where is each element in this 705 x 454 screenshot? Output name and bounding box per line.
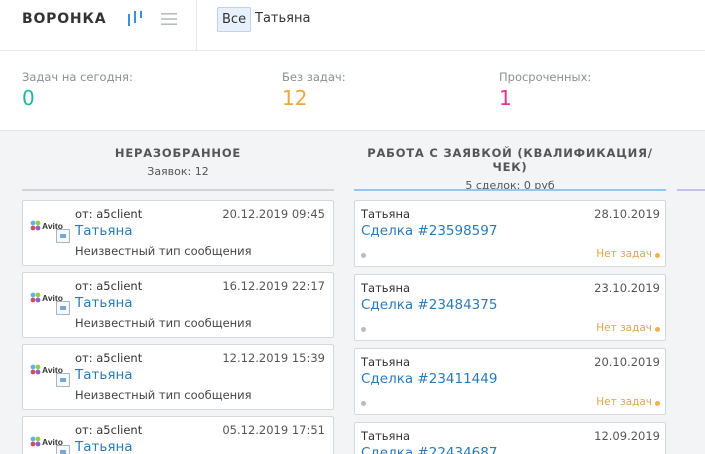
broken-image-icon: [56, 301, 70, 315]
message-card[interactable]: Avito от: a5client 20.12.2019 09:45 Тать…: [22, 200, 334, 266]
status-dot-icon: [655, 327, 660, 332]
column-title: РАБОТА С ЗАЯВКОЙ (КВАЛИФИКАЦИЯ/ЧЕК): [367, 146, 653, 174]
deal-link[interactable]: Сделка #23411449: [361, 371, 497, 387]
list-view-icon[interactable]: [161, 10, 177, 28]
column-bar-unsorted: [22, 189, 334, 191]
status-dot-icon: [655, 401, 660, 406]
stat-no-tasks: Без задач: 12: [282, 70, 346, 108]
deal-card[interactable]: Татьяна 20.10.2019 Сделка #23411449 Нет …: [354, 348, 666, 415]
contact-name-link[interactable]: Татьяна: [75, 295, 133, 311]
deal-indicator-dot: [361, 401, 366, 406]
message-from: от: a5client: [75, 423, 143, 437]
stat-value: 12: [282, 86, 308, 110]
deal-owner: Татьяна: [361, 281, 411, 295]
message-date: 16.12.2019 22:17: [222, 279, 325, 293]
stat-value: 0: [22, 86, 35, 110]
column-header-unsorted: НЕРАЗОБРАННОЕ Заявок: 12: [22, 146, 334, 178]
deal-indicator-dot: [361, 327, 366, 332]
stat-label: Без задач:: [282, 70, 346, 84]
message-date: 20.12.2019 09:45: [222, 207, 325, 221]
top-header: ВОРОНКА Все Татьяна: [0, 0, 705, 51]
deal-owner: Татьяна: [361, 355, 411, 369]
deal-card[interactable]: Татьяна 28.10.2019 Сделка #23598597 Нет …: [354, 200, 666, 267]
column-header-qualification: РАБОТА С ЗАЯВКОЙ (КВАЛИФИКАЦИЯ/ЧЕК) 5 сд…: [354, 146, 666, 192]
column-bar-qualification: [354, 189, 666, 191]
deal-date: 28.10.2019: [594, 207, 660, 221]
filter-user-tag[interactable]: Татьяна: [255, 11, 310, 26]
kanban-view-icon[interactable]: [126, 10, 144, 28]
deal-date: 23.10.2019: [594, 281, 660, 295]
deal-card[interactable]: Татьяна 12.09.2019 Сделка #22434687: [354, 422, 666, 454]
deal-date: 20.10.2019: [594, 355, 660, 369]
message-date: 12.12.2019 15:39: [222, 351, 325, 365]
deal-link[interactable]: Сделка #23598597: [361, 223, 497, 239]
deal-owner: Татьяна: [361, 207, 411, 221]
contact-name-link[interactable]: Татьяна: [75, 223, 133, 239]
message-from: от: a5client: [75, 207, 143, 221]
message-card[interactable]: Avito от: a5client 05.12.2019 17:51 Тать…: [22, 416, 334, 454]
stat-label: Задач на сегодня:: [22, 70, 133, 84]
deal-status: Нет задач: [596, 248, 652, 260]
broken-image-icon: [56, 373, 70, 387]
stat-today: Задач на сегодня: 0: [22, 70, 133, 108]
stat-label: Просроченных:: [499, 70, 592, 84]
deal-owner: Татьяна: [361, 429, 411, 443]
message-card[interactable]: Avito от: a5client 16.12.2019 22:17 Тать…: [22, 272, 334, 338]
message-from: от: a5client: [75, 351, 143, 365]
deal-link[interactable]: Сделка #23484375: [361, 297, 497, 313]
filter-all-button[interactable]: Все: [217, 7, 252, 32]
stats-bar: Задач на сегодня: 0 Без задач: 12 Просро…: [0, 51, 705, 131]
column-title: НЕРАЗОБРАННОЕ: [114, 146, 242, 160]
stat-value: 1: [499, 86, 512, 110]
message-text: Неизвестный тип сообщения: [75, 316, 252, 330]
deal-status: Нет задач: [596, 322, 652, 334]
column-subtitle: Заявок: 12: [147, 165, 209, 178]
deal-date: 12.09.2019: [594, 429, 660, 443]
stat-overdue: Просроченных: 1: [499, 70, 591, 108]
contact-name-link[interactable]: Татьяна: [75, 439, 133, 454]
deal-card[interactable]: Татьяна 23.10.2019 Сделка #23484375 Нет …: [354, 274, 666, 341]
broken-image-icon: [56, 229, 70, 243]
message-text: Неизвестный тип сообщения: [75, 244, 252, 258]
message-card[interactable]: Avito от: a5client 12.12.2019 15:39 Тать…: [22, 344, 334, 410]
message-text: Неизвестный тип сообщения: [75, 388, 252, 402]
contact-name-link[interactable]: Татьяна: [75, 367, 133, 383]
status-dot-icon: [655, 253, 660, 258]
message-from: от: a5client: [75, 279, 143, 293]
page-title: ВОРОНКА: [22, 11, 107, 27]
deal-indicator-dot: [361, 253, 366, 258]
message-date: 05.12.2019 17:51: [222, 423, 325, 437]
broken-image-icon: [56, 445, 70, 454]
header-divider: [196, 0, 197, 51]
deal-link[interactable]: Сделка #22434687: [361, 445, 497, 454]
deal-status: Нет задач: [596, 396, 652, 408]
column-bar-next: [677, 189, 705, 191]
